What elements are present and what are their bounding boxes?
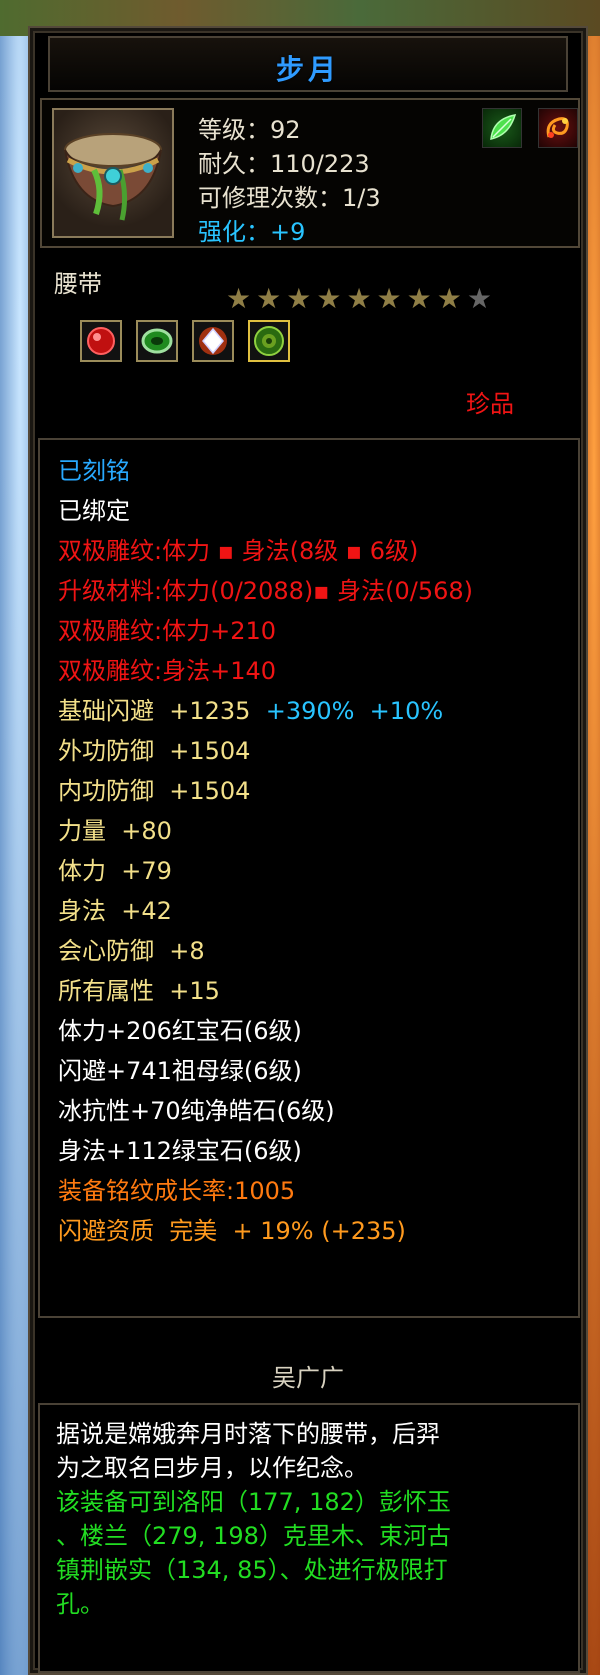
attribute-bonus-text: +390% +10% xyxy=(265,697,444,725)
item-description: 据说是嫦娥奔月时落下的腰带，后羿 为之取名曰步月，以作纪念。该装备可到洛阳（177… xyxy=(38,1403,580,1673)
item-type: 腰带 xyxy=(54,270,102,298)
attribute-line: 装备铭纹成长率:1005 xyxy=(58,1176,295,1206)
attribute-line: 闪避资质 完美 + 19% (+235) xyxy=(58,1216,406,1246)
attribute-line: 已绑定 xyxy=(58,496,130,526)
emerald-gem-icon[interactable] xyxy=(136,320,178,362)
star-rating: ★★★★★★★★★ xyxy=(226,282,497,315)
repair-value: 1/3 xyxy=(342,184,381,212)
item-tooltip: 步月 等级：92 耐久：110/223 可修理次数：1/3 强化：+9 腰带 ★… xyxy=(28,26,588,1675)
attribute-line: 双极雕纹:体力 ▪ 身法(8级 ▪ 6级) xyxy=(58,536,418,566)
attribute-line: 内功防御 +1504 xyxy=(58,776,250,806)
attribute-text: 体力+206红宝石(6级) xyxy=(58,1017,302,1045)
level-label: 等级： xyxy=(198,116,270,144)
attribute-text: 所有属性 +15 xyxy=(58,977,220,1005)
attribute-line: 已刻铭 xyxy=(58,456,130,486)
attribute-text: 装备铭纹成长率:1005 xyxy=(58,1177,296,1205)
durability-row: 耐久：110/223 xyxy=(198,144,370,179)
star-icon: ★ xyxy=(256,282,287,315)
belt-icon[interactable] xyxy=(52,108,174,238)
description-line: 为之取名曰步月，以作纪念。 xyxy=(56,1454,368,1482)
attribute-line: 双极雕纹:身法+140 xyxy=(58,656,276,686)
attribute-text: 会心防御 +8 xyxy=(58,937,205,965)
attribute-list: 已刻铭已绑定双极雕纹:体力 ▪ 身法(8级 ▪ 6级) 升级材料:体力(0/208… xyxy=(38,438,580,1318)
description-line: 孔。 xyxy=(56,1590,104,1618)
diamond-gem-icon[interactable] xyxy=(192,320,234,362)
ruby-gem-icon[interactable] xyxy=(80,320,122,362)
star-empty-icon: ★ xyxy=(466,282,497,315)
attribute-text: 外功防御 +1504 xyxy=(58,737,251,765)
enhance-label: 强化： xyxy=(198,218,270,246)
attribute-text: 基础闪避 +1235 xyxy=(58,697,266,725)
durability-value: 110/223 xyxy=(270,150,370,178)
attribute-line: 基础闪避 +1235 +390% +10% xyxy=(58,696,443,726)
attribute-text: 升级材料:体力(0/2088)▪ 身法(0/568) xyxy=(58,577,474,605)
attribute-text: 体力 +79 xyxy=(58,857,172,885)
star-icon: ★ xyxy=(376,282,407,315)
attribute-text: 冰抗性+70纯净皓石(6级) xyxy=(58,1097,335,1125)
title-bar: 步月 xyxy=(48,36,568,92)
star-icon: ★ xyxy=(226,282,257,315)
attribute-line: 外功防御 +1504 xyxy=(58,736,250,766)
repair-label: 可修理次数： xyxy=(198,184,342,212)
attribute-text: 身法+112绿宝石(6级) xyxy=(58,1137,302,1165)
enhance-row: 强化：+9 xyxy=(198,212,305,247)
green-leaf-buff-icon[interactable] xyxy=(482,108,522,148)
fire-swirl-buff-icon[interactable] xyxy=(538,108,578,148)
level-value: 92 xyxy=(270,116,301,144)
level-row: 等级：92 xyxy=(198,110,301,145)
attribute-text: 双极雕纹:体力 ▪ 身法(8级 ▪ 6级) xyxy=(58,537,419,565)
description-line: 据说是嫦娥奔月时落下的腰带，后羿 xyxy=(56,1420,440,1448)
enhance-value: +9 xyxy=(270,218,306,246)
attribute-line: 所有属性 +15 xyxy=(58,976,220,1006)
attribute-line: 双极雕纹:体力+210 xyxy=(58,616,276,646)
attribute-text: 内功防御 +1504 xyxy=(58,777,251,805)
attribute-line: 身法+112绿宝石(6级) xyxy=(58,1136,302,1166)
attribute-text: 双极雕纹:体力+210 xyxy=(58,617,277,645)
attribute-line: 闪避+741祖母绿(6级) xyxy=(58,1056,302,1086)
repair-row: 可修理次数：1/3 xyxy=(198,178,381,213)
description-line: 镇荆嵌实（134, 85）、处进行极限打 xyxy=(56,1556,448,1584)
star-icon: ★ xyxy=(436,282,467,315)
attribute-text: 力量 +80 xyxy=(58,817,172,845)
attribute-text: 已刻铭 xyxy=(58,457,130,485)
item-name: 步月 xyxy=(275,53,340,86)
green-jade-gem-icon[interactable] xyxy=(248,320,290,362)
durability-label: 耐久： xyxy=(198,150,270,178)
star-icon: ★ xyxy=(316,282,347,315)
star-icon: ★ xyxy=(286,282,317,315)
attribute-text: 闪避资质 完美 + 19% (+235) xyxy=(58,1217,406,1245)
description-line: 、楼兰（279, 198）克里木、束河古 xyxy=(56,1522,451,1550)
attribute-line: 会心防御 +8 xyxy=(58,936,205,966)
attribute-text: 身法 +42 xyxy=(58,897,172,925)
attribute-line: 体力+206红宝石(6级) xyxy=(58,1016,302,1046)
attribute-text: 双极雕纹:身法+140 xyxy=(58,657,277,685)
attribute-line: 冰抗性+70纯净皓石(6级) xyxy=(58,1096,335,1126)
attribute-line: 身法 +42 xyxy=(58,896,172,926)
crafter-name: 吴广广 xyxy=(272,1364,344,1392)
description-line: 该装备可到洛阳（177, 182）彭怀玉 xyxy=(56,1488,451,1516)
rarity-label: 珍品 xyxy=(466,390,514,418)
attribute-text: 已绑定 xyxy=(58,497,130,525)
star-icon: ★ xyxy=(346,282,377,315)
attribute-line: 升级材料:体力(0/2088)▪ 身法(0/568) xyxy=(58,576,473,606)
item-info-panel: 等级：92 耐久：110/223 可修理次数：1/3 强化：+9 xyxy=(40,98,580,248)
attribute-text: 闪避+741祖母绿(6级) xyxy=(58,1057,302,1085)
attribute-line: 体力 +79 xyxy=(58,856,172,886)
attribute-line: 力量 +80 xyxy=(58,816,172,846)
star-icon: ★ xyxy=(406,282,437,315)
